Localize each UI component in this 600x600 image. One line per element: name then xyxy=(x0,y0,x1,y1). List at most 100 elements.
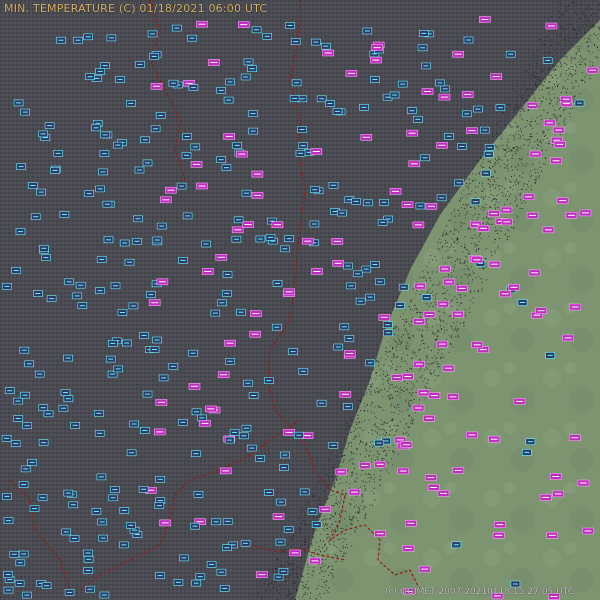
terminator-speckle xyxy=(453,241,455,242)
terminator-speckle xyxy=(480,157,482,159)
terminator-speckle xyxy=(334,482,336,484)
station-marker-glyph xyxy=(381,201,387,203)
terminator-speckle xyxy=(592,52,594,54)
terminator-speckle xyxy=(312,537,314,539)
terminator-speckle xyxy=(337,503,339,505)
terminator-speckle xyxy=(376,456,378,458)
station-marker-glyph xyxy=(363,268,369,270)
terminator-speckle xyxy=(329,572,331,574)
terminator-speckle xyxy=(367,474,369,476)
terminator-speckle xyxy=(351,475,353,477)
terminator-speckle xyxy=(364,485,365,487)
terminator-speckle xyxy=(517,100,519,102)
terminator-speckle xyxy=(416,281,418,283)
terminator-speckle xyxy=(445,240,446,242)
terminator-speckle xyxy=(567,41,569,43)
terminator-speckle xyxy=(426,356,427,358)
terminator-speckle xyxy=(521,158,523,160)
terminator-speckle xyxy=(460,296,462,298)
terminator-speckle xyxy=(335,561,337,563)
station-marker-glyph xyxy=(157,478,163,480)
terminator-speckle xyxy=(469,312,471,314)
terminator-speckle xyxy=(535,179,537,181)
station-marker-glyph xyxy=(156,431,164,433)
terminator-speckle xyxy=(578,51,580,52)
terminator-speckle xyxy=(405,400,407,402)
terminator-speckle xyxy=(367,477,369,479)
station-marker-glyph xyxy=(249,447,255,449)
terminator-speckle xyxy=(383,429,385,431)
terminator-speckle xyxy=(580,17,582,19)
terminator-speckle xyxy=(541,119,543,121)
terminator-speckle xyxy=(431,326,433,328)
terminator-speckle xyxy=(343,553,345,554)
terminator-speckle xyxy=(526,125,527,127)
terminator-speckle xyxy=(347,445,349,447)
terminator-speckle xyxy=(386,374,388,376)
terminator-speckle xyxy=(442,293,444,295)
terminator-speckle xyxy=(503,112,505,113)
terminator-speckle xyxy=(455,328,457,330)
terminator-speckle xyxy=(442,286,444,288)
terminator-speckle xyxy=(450,343,452,345)
terminator-speckle xyxy=(412,420,413,422)
terminator-speckle xyxy=(324,550,326,552)
terminator-speckle xyxy=(344,454,346,456)
terminator-speckle xyxy=(494,144,496,146)
station-marker-glyph xyxy=(86,558,92,560)
terminator-speckle xyxy=(556,61,558,63)
station-marker-glyph xyxy=(244,192,249,194)
terminator-speckle xyxy=(545,118,547,120)
terminator-speckle xyxy=(385,359,387,361)
terminator-speckle xyxy=(377,432,378,434)
terminator-speckle xyxy=(503,195,504,197)
station-marker-glyph xyxy=(121,544,127,546)
terminator-speckle xyxy=(295,573,297,575)
terminator-speckle xyxy=(267,573,269,575)
terminator-speckle xyxy=(367,380,369,382)
terminator-speckle xyxy=(412,365,414,367)
station-marker-glyph xyxy=(249,68,255,70)
station-marker-glyph xyxy=(548,534,556,536)
terminator-speckle xyxy=(363,395,365,397)
terminator-speckle xyxy=(581,61,583,63)
terminator-speckle xyxy=(340,498,342,500)
terminator-speckle xyxy=(597,3,599,5)
station-marker-glyph xyxy=(421,32,427,34)
terminator-speckle xyxy=(348,416,350,418)
terminator-speckle xyxy=(364,456,366,457)
station-marker-glyph xyxy=(468,130,476,132)
terminator-speckle xyxy=(516,115,517,117)
terminator-speckle xyxy=(573,2,575,4)
terminator-speckle xyxy=(563,56,565,57)
terminator-speckle xyxy=(458,293,460,295)
terminator-speckle xyxy=(549,81,551,83)
terminator-speckle xyxy=(511,226,513,228)
terminator-speckle xyxy=(319,496,321,498)
station-marker-glyph xyxy=(49,298,55,300)
station-marker-glyph xyxy=(41,442,47,444)
terminator-speckle xyxy=(457,259,459,261)
terminator-speckle xyxy=(369,445,371,447)
terminator-speckle xyxy=(579,45,581,47)
terminator-speckle xyxy=(430,302,432,304)
terminator-speckle xyxy=(448,256,450,258)
terminator-speckle xyxy=(460,221,462,223)
terminator-speckle xyxy=(462,263,464,264)
terminator-speckle xyxy=(582,11,584,13)
terminator-speckle xyxy=(541,101,543,102)
station-marker-glyph xyxy=(425,314,433,315)
terminator-speckle xyxy=(345,494,347,496)
terminator-speckle xyxy=(391,360,393,362)
terminator-speckle xyxy=(551,118,553,120)
terminator-speckle xyxy=(285,542,287,544)
terminator-speckle xyxy=(381,469,383,471)
station-marker-glyph xyxy=(555,129,563,131)
station-marker-glyph xyxy=(468,434,476,436)
terminator-speckle xyxy=(492,195,494,197)
terminator-speckle xyxy=(306,505,308,507)
terminator-speckle xyxy=(396,342,398,343)
terminator-speckle xyxy=(563,28,565,30)
station-marker-glyph xyxy=(563,103,571,105)
terminator-speckle xyxy=(560,51,562,53)
